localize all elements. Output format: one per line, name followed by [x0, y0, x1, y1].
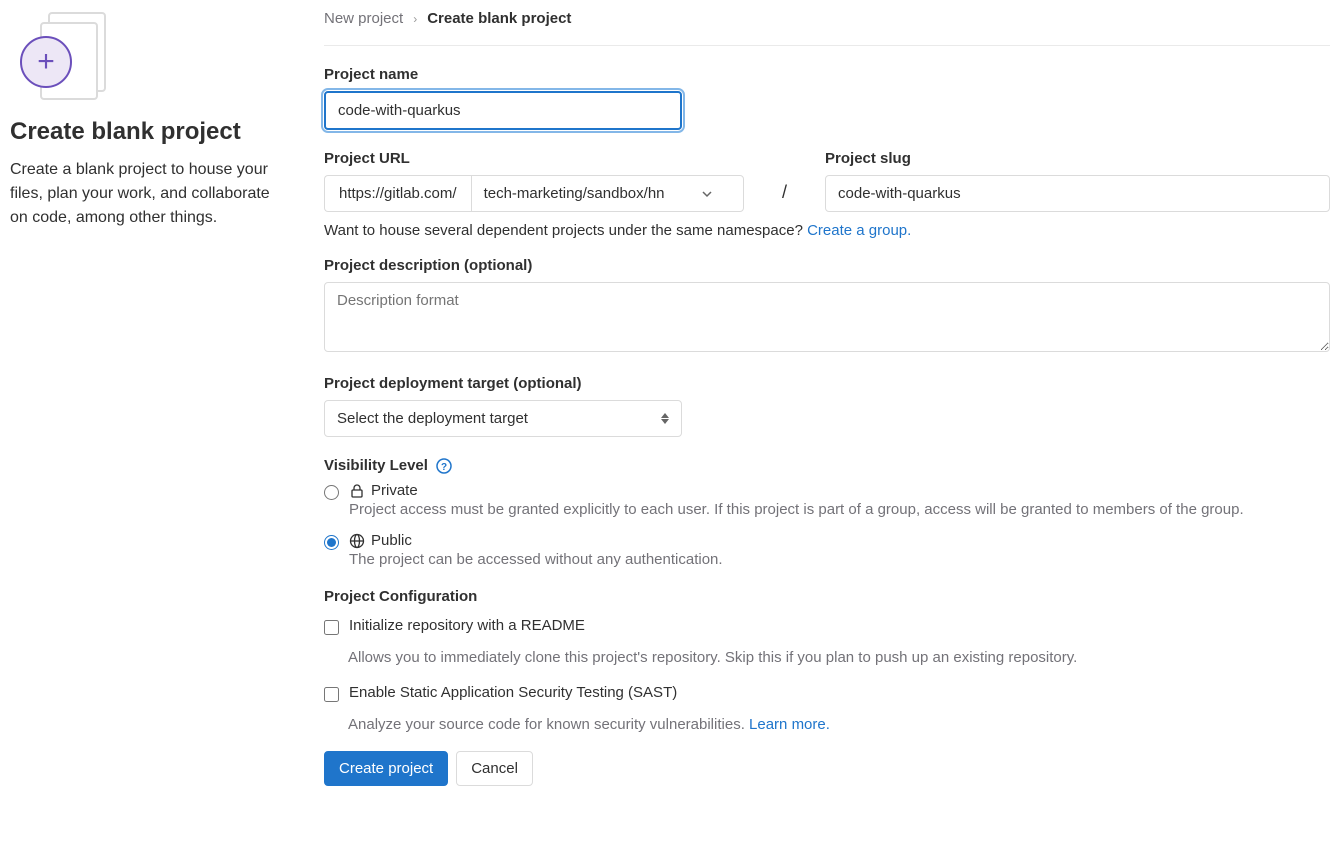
readme-label: Initialize repository with a README — [349, 617, 585, 634]
breadcrumb: New project › Create blank project — [324, 10, 1330, 46]
project-name-input[interactable] — [324, 91, 682, 130]
main-content: New project › Create blank project Proje… — [300, 10, 1330, 786]
chevron-down-icon — [701, 188, 713, 200]
lock-icon — [349, 483, 365, 499]
breadcrumb-separator: › — [413, 12, 417, 26]
project-url-prefix: https://gitlab.com/ — [324, 175, 471, 212]
url-slash: / — [772, 182, 797, 212]
globe-icon — [349, 533, 365, 549]
create-group-link[interactable]: Create a group. — [807, 222, 911, 239]
namespace-hint: Want to house several dependent projects… — [324, 222, 1330, 239]
deployment-target-placeholder: Select the deployment target — [337, 410, 528, 427]
description-textarea[interactable] — [324, 282, 1330, 352]
plus-icon: + — [20, 36, 72, 88]
visibility-public-radio[interactable] — [324, 535, 339, 550]
sast-desc: Analyze your source code for known secur… — [348, 716, 1330, 733]
sast-label: Enable Static Application Security Testi… — [349, 684, 677, 701]
visibility-public-desc: The project can be accessed without any … — [349, 551, 1330, 568]
create-project-icon: + — [10, 10, 100, 100]
sidebar-title: Create blank project — [10, 118, 270, 146]
sast-checkbox[interactable] — [324, 687, 339, 702]
sidebar: + Create blank project Create a blank pr… — [10, 10, 300, 786]
cancel-button[interactable]: Cancel — [456, 751, 533, 786]
project-slug-label: Project slug — [825, 150, 1330, 167]
deployment-target-label: Project deployment target (optional) — [324, 375, 1330, 392]
svg-text:?: ? — [441, 462, 447, 473]
project-url-label: Project URL — [324, 150, 744, 167]
create-project-button[interactable]: Create project — [324, 751, 448, 786]
visibility-private-radio[interactable] — [324, 485, 339, 500]
deployment-target-select[interactable]: Select the deployment target — [324, 400, 682, 437]
visibility-private-desc: Project access must be granted explicitl… — [349, 501, 1330, 518]
readme-checkbox[interactable] — [324, 620, 339, 635]
breadcrumb-parent-link[interactable]: New project — [324, 10, 403, 27]
help-icon[interactable]: ? — [436, 458, 452, 474]
project-configuration-label: Project Configuration — [324, 588, 1330, 605]
namespace-value: tech-marketing/sandbox/hn — [484, 185, 665, 202]
project-name-label: Project name — [324, 66, 1330, 83]
breadcrumb-current: Create blank project — [427, 10, 571, 27]
select-arrows-icon — [661, 413, 669, 424]
visibility-label: Visibility Level ? — [324, 457, 1330, 474]
visibility-private-label: Private — [371, 482, 418, 499]
namespace-select[interactable]: tech-marketing/sandbox/hn — [471, 175, 744, 212]
project-slug-input[interactable] — [825, 175, 1330, 212]
sidebar-description: Create a blank project to house your fil… — [10, 158, 270, 230]
description-label: Project description (optional) — [324, 257, 1330, 274]
sast-learn-more-link[interactable]: Learn more. — [749, 716, 830, 733]
visibility-public-label: Public — [371, 532, 412, 549]
readme-desc: Allows you to immediately clone this pro… — [348, 649, 1330, 666]
